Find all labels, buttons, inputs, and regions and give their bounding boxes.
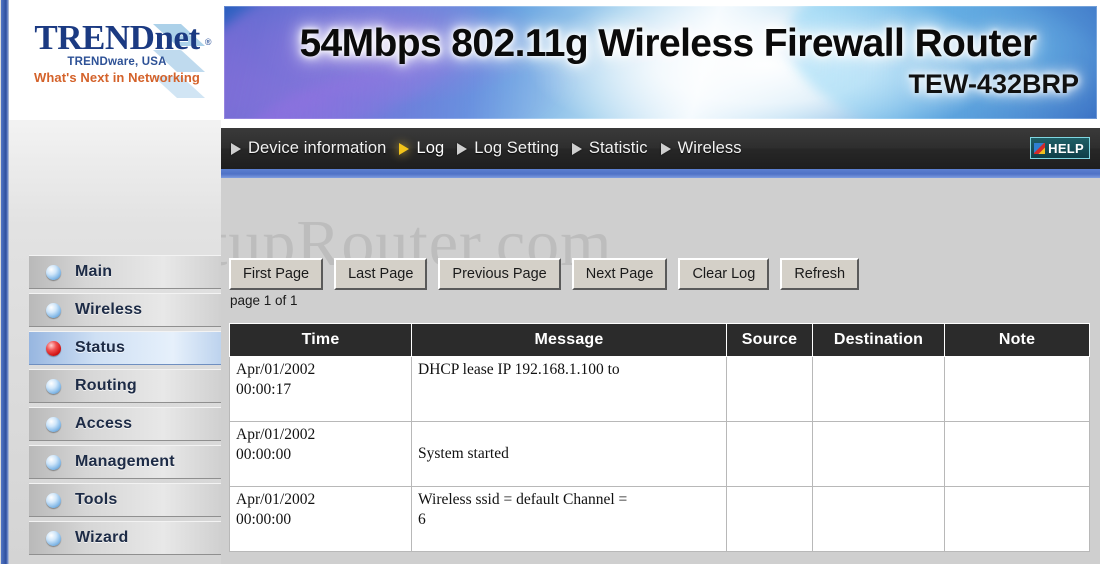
nav-item-device-information[interactable]: Device information: [231, 139, 386, 158]
sidebar-item-routing[interactable]: Routing: [29, 369, 221, 403]
table-header-row: Time Message Source Destination Note: [229, 323, 1090, 357]
nav-item-list: Device information Log Log Setting Stati…: [231, 128, 755, 169]
cell-destination: [812, 356, 945, 422]
page-indicator: page 1 of 1: [230, 293, 298, 308]
nav-item-label: Device information: [248, 139, 387, 157]
blue-bullet-icon: [46, 530, 61, 546]
sidebar-item-label: Access: [75, 415, 133, 432]
nav-item-label: Statistic: [588, 139, 648, 157]
banner-artwork: 54Mbps 802.11g Wireless Firewall Router …: [224, 6, 1097, 119]
blue-bullet-icon: [46, 416, 61, 432]
main-area: 54Mbps 802.11g Wireless Firewall Router …: [221, 0, 1100, 564]
triangle-right-icon: [660, 142, 671, 155]
triangle-right-icon: [231, 142, 241, 155]
triangle-right-icon: [571, 142, 582, 155]
sidebar-item-label: Wizard: [75, 529, 129, 546]
table-row: Apr/01/2002 00:00:00 Wireless ssid = def…: [229, 486, 1090, 552]
cell-destination: [812, 421, 945, 487]
sidebar-item-management[interactable]: Management: [29, 445, 221, 479]
blue-bullet-icon: [46, 492, 61, 508]
help-button[interactable]: HELP: [1030, 137, 1090, 159]
nav-item-log-setting[interactable]: Log Setting: [457, 139, 559, 158]
left-blue-rail: [0, 0, 9, 564]
previous-page-button[interactable]: Previous Page: [438, 258, 561, 290]
brand-name-part2: net: [154, 18, 200, 57]
clear-log-button[interactable]: Clear Log: [678, 258, 770, 290]
trendnet-logo: TRENDnet ® TRENDware, USA What's Next in …: [17, 18, 217, 114]
top-navigation-bar: Device information Log Log Setting Stati…: [221, 128, 1100, 169]
blue-bullet-icon: [46, 378, 61, 394]
cell-note: [944, 486, 1090, 552]
red-bullet-icon: [46, 340, 61, 356]
banner-title: 54Mbps 802.11g Wireless Firewall Router: [299, 22, 1037, 65]
cell-message: Wireless ssid = default Channel = 6: [411, 486, 727, 552]
cell-message: DHCP lease IP 192.168.1.100 to: [411, 356, 727, 422]
cell-time: Apr/01/2002 00:00:00: [229, 421, 412, 487]
sidebar-item-label: Tools: [75, 491, 118, 508]
cell-source: [726, 421, 813, 487]
nav-item-wireless[interactable]: Wireless: [660, 139, 742, 158]
cell-time: Apr/01/2002 00:00:17: [229, 356, 412, 422]
log-table: Time Message Source Destination Note Apr…: [229, 323, 1090, 552]
sidebar-item-status[interactable]: Status: [29, 331, 221, 365]
sidebar-item-wireless[interactable]: Wireless: [29, 293, 221, 327]
sidebar: TRENDnet ® TRENDware, USA What's Next in …: [9, 0, 221, 564]
router-admin-page: TRENDnet ® TRENDware, USA What's Next in …: [0, 0, 1100, 564]
sidebar-item-label: Status: [75, 339, 126, 356]
table-row: Apr/01/2002 00:00:17 DHCP lease IP 192.1…: [229, 356, 1090, 422]
nav-item-label: Log Setting: [474, 139, 559, 157]
brand-name-part1: TREND: [34, 18, 155, 57]
blue-divider-bar: [221, 169, 1100, 178]
cell-time: Apr/01/2002 00:00:00: [229, 486, 412, 552]
table-row: Apr/01/2002 00:00:00 System started: [229, 421, 1090, 487]
cell-note: [944, 421, 1090, 487]
nav-item-label: Wireless: [677, 139, 742, 157]
cell-note: [944, 356, 1090, 422]
help-button-label: HELP: [1048, 140, 1084, 156]
sidebar-item-main[interactable]: Main: [29, 255, 221, 289]
nav-item-label: Log: [416, 139, 445, 157]
logo-container: TRENDnet ® TRENDware, USA What's Next in …: [9, 0, 221, 120]
nav-item-log[interactable]: Log: [399, 139, 444, 158]
nav-item-statistic[interactable]: Statistic: [571, 139, 648, 158]
triangle-right-icon: [399, 142, 410, 155]
column-header-note: Note: [944, 323, 1090, 357]
log-toolbar: First Page Last Page Previous Page Next …: [229, 258, 870, 290]
help-icon: [1034, 142, 1046, 154]
brand-tagline-secondary: What's Next in Networking: [34, 70, 200, 85]
cell-source: [726, 486, 813, 552]
cell-destination: [812, 486, 945, 552]
banner-model-number: TEW-432BRP: [908, 69, 1080, 99]
column-header-source: Source: [726, 323, 813, 357]
sidebar-item-label: Wireless: [75, 301, 143, 318]
blue-bullet-icon: [46, 302, 61, 318]
refresh-button[interactable]: Refresh: [780, 258, 860, 290]
sidebar-item-tools[interactable]: Tools: [29, 483, 221, 517]
sidebar-item-label: Management: [75, 453, 175, 470]
column-header-destination: Destination: [812, 323, 945, 357]
brand-tagline-primary: TRENDware, USA: [67, 56, 167, 68]
first-page-button[interactable]: First Page: [229, 258, 324, 290]
product-banner: 54Mbps 802.11g Wireless Firewall Router …: [221, 0, 1100, 128]
cell-source: [726, 356, 813, 422]
blue-bullet-icon: [46, 264, 61, 280]
last-page-button[interactable]: Last Page: [334, 258, 428, 290]
next-page-button[interactable]: Next Page: [571, 258, 668, 290]
content-panel: SetupRouter.com First Page Last Page Pre…: [221, 178, 1100, 564]
column-header-message: Message: [411, 323, 727, 357]
sidebar-item-wizard[interactable]: Wizard: [29, 521, 221, 555]
sidebar-item-access[interactable]: Access: [29, 407, 221, 441]
brand-wordmark: TRENDnet ®: [17, 18, 217, 58]
sidebar-menu: Main Wireless Status Routing Access Mana…: [29, 255, 221, 559]
sidebar-item-label: Main: [75, 263, 113, 280]
blue-bullet-icon: [46, 454, 61, 470]
triangle-right-icon: [457, 142, 468, 155]
sidebar-item-label: Routing: [75, 377, 137, 394]
column-header-time: Time: [229, 323, 412, 357]
cell-message: System started: [411, 421, 727, 487]
